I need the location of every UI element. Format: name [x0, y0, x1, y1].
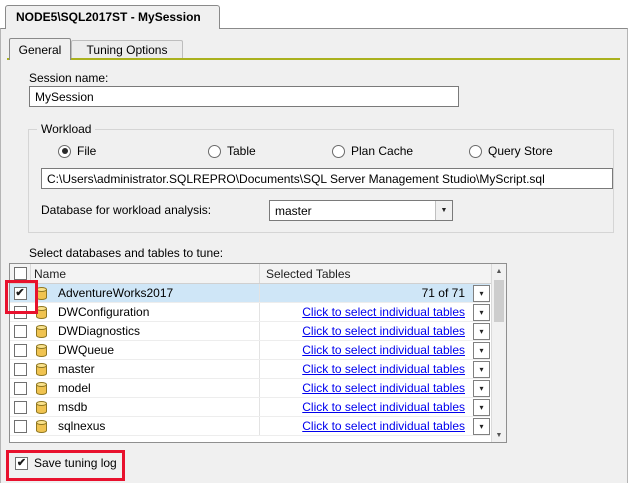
radio-plan-cache[interactable]: Plan Cache: [332, 144, 413, 158]
database-name: model: [58, 381, 91, 395]
workload-file-path-input[interactable]: C:\Users\administrator.SQLREPRO\Document…: [41, 168, 613, 189]
radio-file[interactable]: File: [58, 144, 96, 158]
column-header-selected-tables[interactable]: Selected Tables: [259, 264, 506, 283]
select-tables-link[interactable]: Click to select individual tables: [302, 400, 465, 414]
database-icon: [30, 286, 52, 301]
table-header: Name Selected Tables: [10, 264, 506, 284]
session-document-tab[interactable]: NODE5\SQL2017ST - MySession: [5, 5, 220, 29]
scrollbar-thumb[interactable]: [494, 280, 504, 322]
radio-plan-cache-label: Plan Cache: [351, 144, 414, 158]
chevron-down-icon: ▾: [479, 383, 484, 393]
chevron-down-icon: ▾: [479, 326, 484, 336]
database-icon: [30, 400, 52, 415]
tab-tuning-options[interactable]: Tuning Options: [71, 40, 183, 58]
radio-query-store-label: Query Store: [488, 144, 553, 158]
radio-file-label: File: [77, 144, 97, 158]
db-table-body: ✔ AdventureWorks2017 71 of 71 ▾ DWConfigurat…: [10, 284, 490, 436]
chevron-down-icon: ▾: [479, 421, 484, 431]
chevron-down-icon: ▾: [479, 364, 484, 374]
selected-tables-count: 71 of 71: [421, 286, 465, 300]
row-dropdown-button[interactable]: ▾: [473, 284, 490, 302]
databases-table: Name Selected Tables ✔ AdventureWorks2017…: [9, 263, 507, 443]
table-row[interactable]: model Click to select individual tables ▾: [10, 379, 490, 398]
row-dropdown-button[interactable]: ▾: [473, 360, 490, 378]
database-name: AdventureWorks2017: [58, 286, 174, 300]
database-name: DWQueue: [58, 343, 115, 357]
save-tuning-log-label: Save tuning log: [34, 456, 117, 470]
table-row[interactable]: DWDiagnostics Click to select individual …: [10, 322, 490, 341]
row-checkbox[interactable]: [13, 343, 27, 357]
database-icon: [30, 362, 52, 377]
database-name: DWConfiguration: [58, 305, 150, 319]
row-dropdown-button[interactable]: ▾: [473, 303, 490, 321]
radio-table[interactable]: Table: [208, 144, 256, 158]
row-dropdown-button[interactable]: ▾: [473, 398, 490, 416]
radio-query-store-dot: [469, 144, 482, 158]
save-tuning-log[interactable]: ✔ Save tuning log: [15, 456, 117, 470]
database-icon: [30, 419, 52, 434]
database-for-analysis-label: Database for workload analysis:: [41, 203, 212, 217]
database-name: master: [58, 362, 95, 376]
row-dropdown-button[interactable]: ▾: [473, 322, 490, 340]
chevron-down-icon: ▾: [479, 345, 484, 355]
row-checkbox[interactable]: [13, 419, 27, 433]
session-name-input[interactable]: MySession: [29, 86, 459, 107]
database-combo[interactable]: master ▼: [269, 200, 453, 221]
radio-table-label: Table: [227, 144, 256, 158]
radio-file-dot: [58, 144, 71, 158]
select-tables-link[interactable]: Click to select individual tables: [302, 419, 465, 433]
database-name: DWDiagnostics: [58, 324, 141, 338]
workload-group-label: Workload: [37, 122, 96, 136]
select-tables-link[interactable]: Click to select individual tables: [302, 324, 465, 338]
table-row[interactable]: msdb Click to select individual tables ▾: [10, 398, 490, 417]
row-dropdown-button[interactable]: ▾: [473, 417, 490, 435]
row-checkbox[interactable]: [13, 362, 27, 376]
scroll-up-icon[interactable]: ▲: [492, 264, 506, 278]
table-row[interactable]: DWConfiguration Click to select individua…: [10, 303, 490, 322]
database-icon: [30, 381, 52, 396]
column-header-name[interactable]: Name: [30, 264, 259, 283]
radio-plan-cache-dot: [332, 144, 345, 158]
save-tuning-log-checkbox[interactable]: ✔: [15, 456, 28, 470]
table-row[interactable]: master Click to select individual tables ▾: [10, 360, 490, 379]
database-icon: [30, 305, 52, 320]
session-panel: General Tuning Options Session name: MyS…: [0, 28, 628, 483]
database-name: msdb: [58, 400, 88, 414]
select-tables-link[interactable]: Click to select individual tables: [302, 381, 465, 395]
table-row[interactable]: ✔ AdventureWorks2017 71 of 71 ▾: [10, 284, 490, 303]
row-dropdown-button[interactable]: ▾: [473, 379, 490, 397]
select-tables-link[interactable]: Click to select individual tables: [302, 343, 465, 357]
select-tables-link[interactable]: Click to select individual tables: [302, 305, 465, 319]
row-dropdown-button[interactable]: ▾: [473, 341, 490, 359]
select-databases-label: Select databases and tables to tune:: [29, 246, 224, 260]
chevron-down-icon: ▾: [479, 307, 484, 317]
table-row[interactable]: DWQueue Click to select individual tables…: [10, 341, 490, 360]
chevron-down-icon[interactable]: ▼: [435, 201, 452, 220]
chevron-down-icon: ▾: [479, 402, 484, 412]
tabstrip-accent-line: [7, 58, 620, 60]
vertical-scrollbar[interactable]: ▲ ▼: [491, 264, 506, 442]
database-combo-value: master: [275, 203, 312, 218]
radio-query-store[interactable]: Query Store: [469, 144, 553, 158]
select-all-checkbox[interactable]: [13, 267, 27, 280]
select-tables-link[interactable]: Click to select individual tables: [302, 362, 465, 376]
row-checkbox[interactable]: ✔: [13, 286, 27, 300]
radio-table-dot: [208, 144, 221, 158]
tab-general[interactable]: General: [9, 38, 71, 60]
table-row[interactable]: sqlnexus Click to select individual table…: [10, 417, 490, 436]
chevron-down-icon: ▾: [479, 288, 484, 298]
session-tab-title: NODE5\SQL2017ST - MySession: [16, 9, 201, 24]
row-checkbox[interactable]: [13, 381, 27, 395]
row-checkbox[interactable]: [13, 400, 27, 414]
database-name: sqlnexus: [58, 419, 106, 433]
row-checkbox[interactable]: [13, 305, 27, 319]
database-icon: [30, 324, 52, 339]
scroll-down-icon[interactable]: ▼: [492, 428, 506, 442]
row-checkbox[interactable]: [13, 324, 27, 338]
session-name-label: Session name:: [29, 71, 109, 85]
database-icon: [30, 343, 52, 358]
